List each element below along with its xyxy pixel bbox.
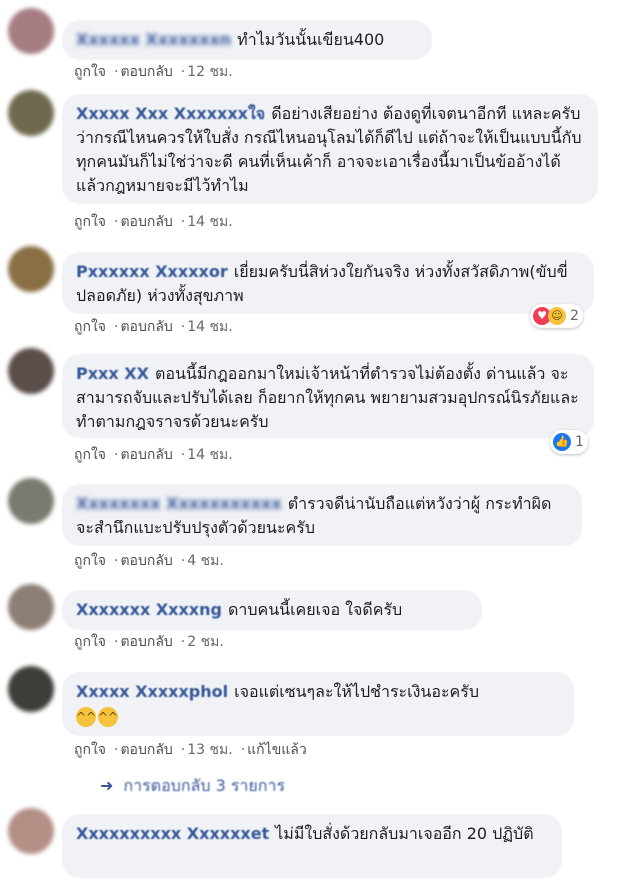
commenter-name[interactable]: Pxxx XX xyxy=(76,364,149,383)
like-link[interactable]: ถูกใจ xyxy=(74,319,106,335)
avatar[interactable] xyxy=(8,584,54,630)
reaction-count: 2 xyxy=(570,308,579,324)
reply-link[interactable]: ตอบกลับ xyxy=(120,64,172,80)
comment-text: ไม่มีใบสั่งด้วยกลับมาเจออีก 20 ปฏิบัติ xyxy=(275,824,534,843)
comment-bubble: Xxxxxxxx Xxxxxxxxxxx ตำรวจดีน่านับถือแต่ห… xyxy=(62,484,582,546)
comment-actions: ถูกใจ · ตอบกลับ · 2 ชม. xyxy=(74,634,224,650)
avatar[interactable] xyxy=(8,348,54,394)
reply-link[interactable]: ตอบกลับ xyxy=(120,214,172,230)
like-link[interactable]: ถูกใจ xyxy=(74,553,106,569)
avatar[interactable] xyxy=(8,90,54,136)
commenter-name[interactable]: Xxxxxxxx Xxxxxxxxxxx xyxy=(76,494,282,513)
timestamp[interactable]: 12 ชม. xyxy=(187,64,232,80)
comment-bubble: Xxxxxx Xxxxxxxn ทำไมวันนั้นเขียน400 xyxy=(62,20,432,60)
comment-bubble: Pxxxxxx Xxxxxor เยี่ยมครับนี่สิห่วงใยกันจ… xyxy=(62,252,594,314)
avatar[interactable] xyxy=(8,8,54,54)
comment-bubble: Xxxxxxxxxx Xxxxxxet ไม่มีใบสั่งด้วยกลับมา… xyxy=(62,814,562,878)
reaction-count: 1 xyxy=(575,434,584,450)
reaction-summary[interactable]: ♥ ☺ 2 xyxy=(530,304,583,328)
comment-text: ทำไมวันนั้นเขียน400 xyxy=(237,30,385,49)
avatar[interactable] xyxy=(8,478,54,524)
commenter-name[interactable]: Pxxxxxx Xxxxxor xyxy=(76,262,228,281)
like-link[interactable]: ถูกใจ xyxy=(74,64,106,80)
timestamp[interactable]: 2 ชม. xyxy=(187,634,224,650)
reaction-summary[interactable]: 👍 1 xyxy=(550,430,588,454)
commenter-name[interactable]: Xxxxxxx Xxxxng xyxy=(76,600,222,619)
reply-link[interactable]: ตอบกลับ xyxy=(120,634,172,650)
comment-bubble: Xxxxx Xxxxxphol เจอแต่เซนๆละให้ไปชำระเงิน… xyxy=(62,672,574,736)
comment-actions: ถูกใจ · ตอบกลับ · 13 ชม. · แก้ไขแล้ว xyxy=(74,742,307,758)
like-link[interactable]: ถูกใจ xyxy=(74,634,106,650)
commenter-name[interactable]: Xxxxx Xxxxxphol xyxy=(76,682,228,701)
comment-bubble: Xxxxxxx Xxxxng ดาบคนนี้เคยเจอ ใจดีครับ xyxy=(62,590,482,630)
comment-text: เจอแต่เซนๆละให้ไปชำระเงินอะครับ xyxy=(234,682,480,701)
edited-label[interactable]: แก้ไขแล้ว xyxy=(247,742,307,758)
thumbs-up-icon: 👍 xyxy=(553,433,571,451)
like-link[interactable]: ถูกใจ xyxy=(74,214,106,230)
replies-label: การตอบกลับ 3 รายการ xyxy=(123,776,286,795)
like-link[interactable]: ถูกใจ xyxy=(74,742,106,758)
commenter-name[interactable]: Xxxxxxxxxx Xxxxxxet xyxy=(76,824,269,843)
comment-actions: ถูกใจ · ตอบกลับ · 4 ชม. xyxy=(74,553,224,569)
comment-text: ตอนนี้มีกฎออกมาใหม่เจ้าหน้าที่ตำรวจไม่ต้… xyxy=(76,364,579,431)
comment-actions: ถูกใจ · ตอบกลับ · 14 ชม. xyxy=(74,319,233,335)
comment-actions: ถูกใจ · ตอบกลับ · 14 ชม. xyxy=(74,214,233,230)
avatar[interactable] xyxy=(8,808,54,854)
reply-arrow-icon: ➜ xyxy=(100,776,114,795)
view-replies-link[interactable]: ➜ การตอบกลับ 3 รายการ xyxy=(100,774,285,798)
reply-link[interactable]: ตอบกลับ xyxy=(120,553,172,569)
avatar[interactable] xyxy=(8,666,54,712)
comment-text: ดาบคนนี้เคยเจอ ใจดีครับ xyxy=(227,600,403,619)
comment-bubble: Pxxx XX ตอนนี้มีกฎออกมาใหม่เจ้าหน้าที่ตำร… xyxy=(62,354,594,438)
laughing-emoji-icon: ^^ xyxy=(98,706,118,727)
comment-bubble: Xxxxx Xxx Xxxxxxxใจ ดีอย่างเสียอย่าง ต้อง… xyxy=(62,94,598,204)
timestamp[interactable]: 14 ชม. xyxy=(187,214,232,230)
avatar[interactable] xyxy=(8,246,54,292)
timestamp[interactable]: 14 ชม. xyxy=(187,319,232,335)
reply-link[interactable]: ตอบกลับ xyxy=(120,742,172,758)
haha-emoji-icon: ☺ xyxy=(548,307,566,325)
commenter-name[interactable]: Xxxxx Xxx Xxxxxxxใจ xyxy=(76,104,265,123)
comment-actions: ถูกใจ · ตอบกลับ · 14 ชม. xyxy=(74,447,233,463)
comment-actions: ถูกใจ · ตอบกลับ · 12 ชม. xyxy=(74,64,233,80)
reply-link[interactable]: ตอบกลับ xyxy=(120,447,172,463)
timestamp[interactable]: 14 ชม. xyxy=(187,447,232,463)
like-link[interactable]: ถูกใจ xyxy=(74,447,106,463)
commenter-name[interactable]: Xxxxxx Xxxxxxxn xyxy=(76,30,231,49)
timestamp[interactable]: 4 ชม. xyxy=(187,553,224,569)
laughing-emoji-icon: ^^ xyxy=(76,706,96,727)
reply-link[interactable]: ตอบกลับ xyxy=(120,319,172,335)
timestamp[interactable]: 13 ชม. xyxy=(187,742,232,758)
